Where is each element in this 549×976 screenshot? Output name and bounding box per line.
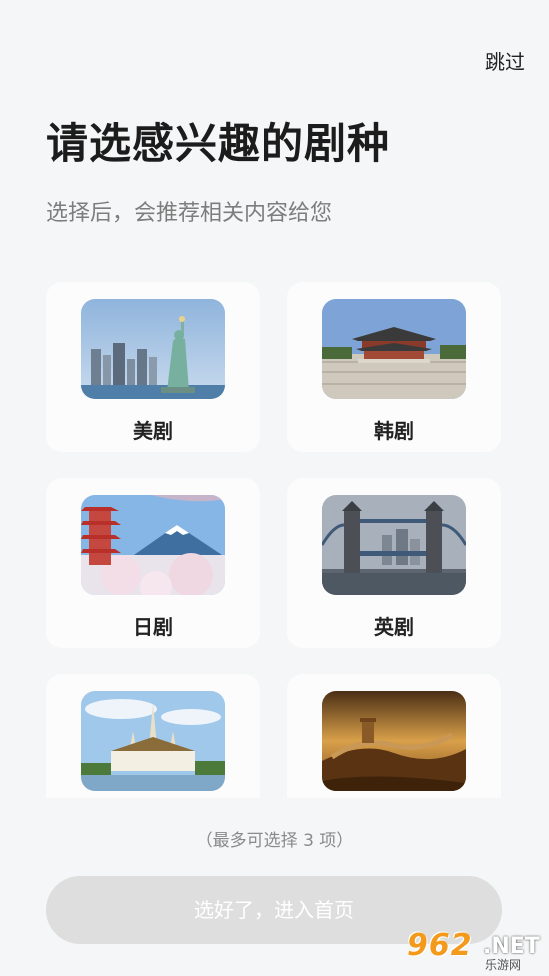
genre-card-us[interactable]: 美剧 [46, 282, 260, 452]
watermark-logo: 962 .NET 乐游网 [405, 928, 543, 972]
statue-of-liberty-image [81, 299, 225, 399]
watermark-subtitle: 乐游网 [485, 958, 522, 972]
genre-card-china[interactable] [287, 674, 501, 798]
selection-limit-hint: （最多可选择 3 项） [195, 831, 354, 851]
genre-grid: 美剧 韩剧 日剧 英剧 [0, 282, 549, 798]
great-wall-image [322, 691, 466, 791]
genre-card-uk[interactable]: 英剧 [287, 478, 501, 648]
thai-temple-image [81, 691, 225, 791]
tower-bridge-image [322, 495, 466, 595]
mount-fuji-pagoda-image [81, 495, 225, 595]
genre-label: 美剧 [133, 419, 173, 443]
korean-palace-image [322, 299, 466, 399]
genre-card-japan[interactable]: 日剧 [46, 478, 260, 648]
watermark-number: 962 [407, 928, 473, 963]
page-title: 请选感兴趣的剧种 [46, 119, 391, 168]
genre-label: 韩剧 [374, 419, 414, 443]
genre-card-korea[interactable]: 韩剧 [287, 282, 501, 452]
genre-label: 日剧 [133, 615, 173, 639]
page-subtitle: 选择后，会推荐相关内容给您 [46, 201, 333, 226]
genre-card-thailand[interactable] [46, 674, 260, 798]
genre-label: 英剧 [374, 615, 414, 639]
skip-button[interactable]: 跳过 [485, 46, 525, 75]
